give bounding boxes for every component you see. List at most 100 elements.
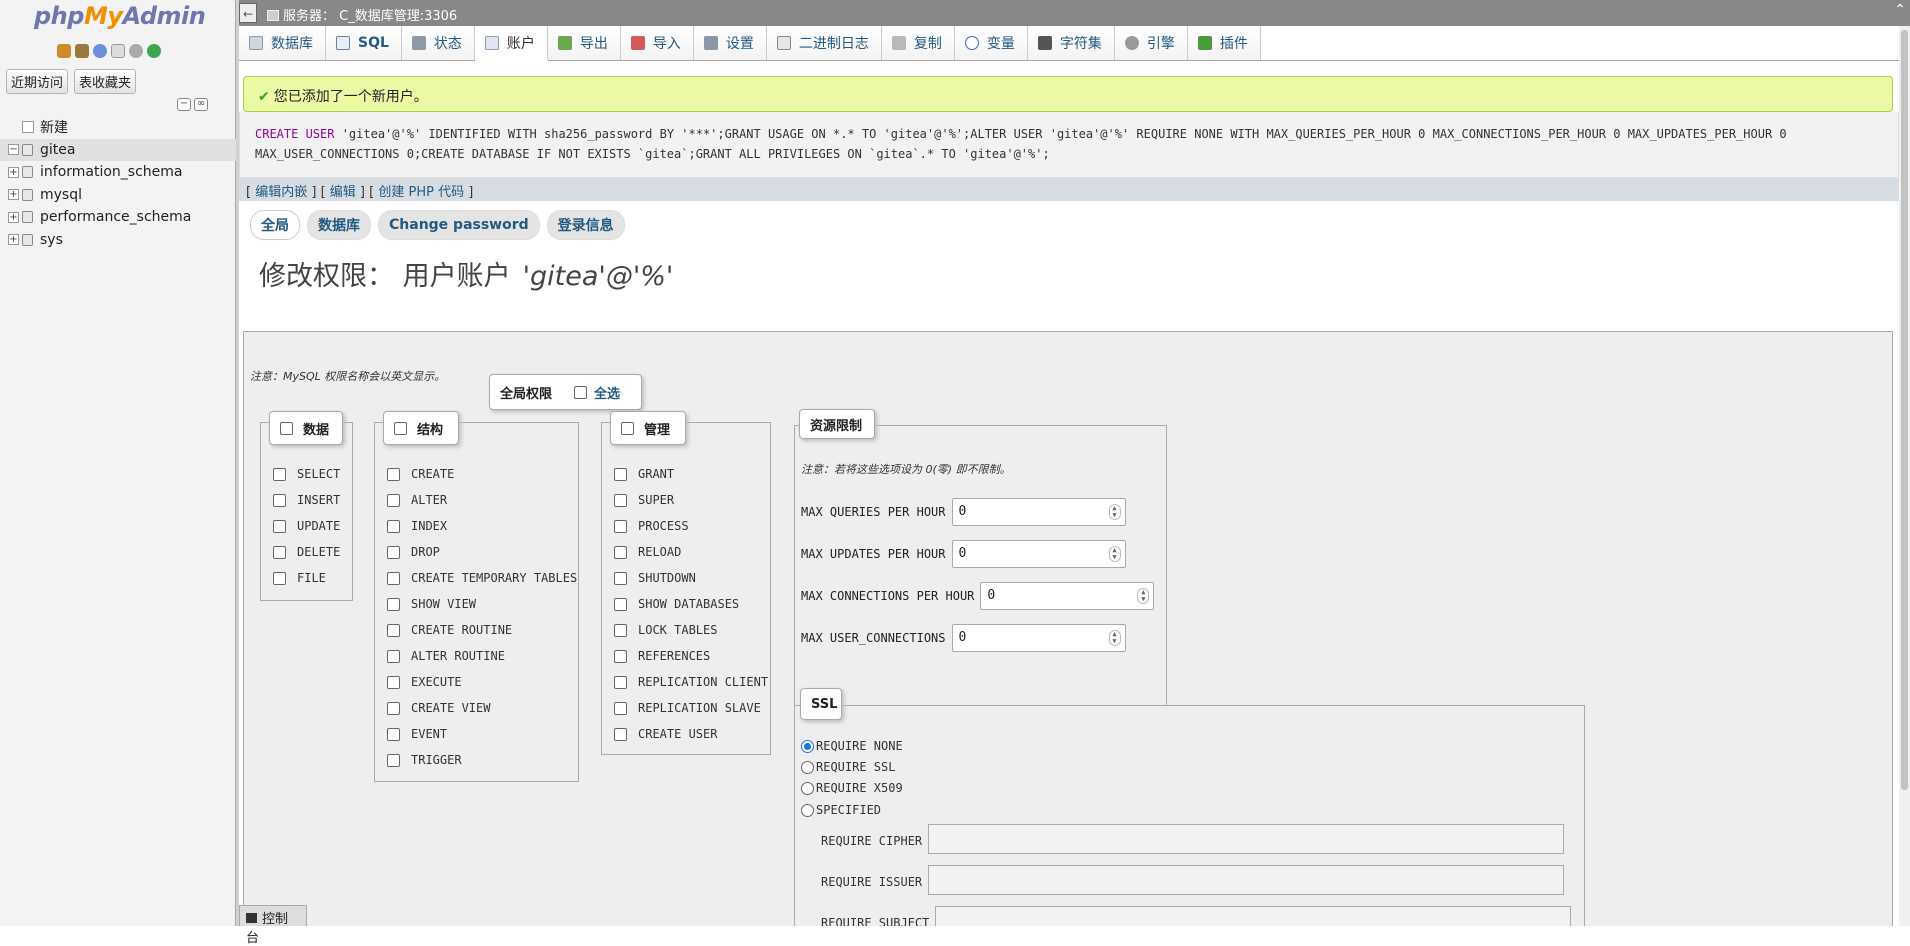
priv-insert[interactable]: INSERT	[273, 487, 340, 513]
spinner-icon[interactable]: ▲ ▼	[1108, 504, 1121, 520]
checkbox[interactable]	[614, 519, 627, 533]
checkbox[interactable]	[387, 571, 400, 585]
scrollbar-thumb[interactable]	[1901, 30, 1908, 790]
subtab-database[interactable]: 数据库	[307, 210, 371, 240]
max-queries-input[interactable]: 0 ▲ ▼	[951, 498, 1126, 526]
expand-icon[interactable]: +	[8, 234, 19, 246]
docs-icon[interactable]	[111, 44, 125, 58]
select-all-label[interactable]: 全选	[594, 383, 620, 402]
tree-item-gitea[interactable]: − gitea	[0, 138, 236, 161]
edit-inline-link[interactable]: 编辑内嵌	[255, 185, 307, 200]
checkbox[interactable]	[614, 493, 627, 507]
priv-file[interactable]: FILE	[273, 565, 340, 591]
home-icon[interactable]	[57, 44, 71, 58]
spinner-icon[interactable]: ▲ ▼	[1108, 546, 1121, 562]
priv-index[interactable]: INDEX	[387, 513, 577, 539]
select-all-checkbox[interactable]	[574, 385, 588, 399]
priv-lock-tables[interactable]: LOCK TABLES	[614, 617, 768, 643]
priv-trigger[interactable]: TRIGGER	[387, 747, 577, 773]
priv-alter[interactable]: ALTER	[387, 487, 577, 513]
spinner-icon[interactable]: ▲ ▼	[1108, 630, 1121, 646]
priv-event[interactable]: EVENT	[387, 721, 577, 747]
tab-variables[interactable]: 变量	[954, 26, 1028, 60]
checkbox[interactable]	[387, 675, 400, 689]
priv-shutdown[interactable]: SHUTDOWN	[614, 565, 768, 591]
require-issuer-input[interactable]	[928, 865, 1564, 895]
require-cipher-input[interactable]	[928, 824, 1564, 854]
link-icon[interactable]: ∞	[194, 98, 208, 111]
reload-icon[interactable]	[147, 44, 161, 58]
tab-export[interactable]: 导出	[547, 26, 621, 60]
priv-process[interactable]: PROCESS	[614, 513, 768, 539]
priv-show-databases[interactable]: SHOW DATABASES	[614, 591, 768, 617]
tree-item-performance-schema[interactable]: + performance_schema	[0, 206, 236, 229]
radio[interactable]	[801, 760, 814, 774]
checkbox[interactable]	[273, 493, 286, 507]
expand-icon[interactable]: +	[8, 166, 19, 178]
checkbox[interactable]	[273, 467, 286, 481]
tab-engines[interactable]: 引擎	[1114, 26, 1188, 60]
checkbox[interactable]	[387, 701, 400, 715]
create-php-link[interactable]: 创建 PHP 代码	[378, 185, 464, 200]
priv-replication-slave[interactable]: REPLICATION SLAVE	[614, 695, 768, 721]
tab-plugins[interactable]: 插件	[1187, 26, 1261, 60]
priv-create-temporary-tables[interactable]: CREATE TEMPORARY TABLES	[387, 565, 577, 591]
tree-item-information-schema[interactable]: + information_schema	[0, 161, 236, 184]
tab-replication[interactable]: 复制	[881, 26, 955, 60]
logout-icon[interactable]	[75, 44, 89, 58]
tab-binlog[interactable]: 二进制日志	[766, 26, 882, 60]
admin-group-checkbox[interactable]	[621, 421, 634, 435]
tab-accounts[interactable]: 账户	[474, 26, 548, 61]
checkbox[interactable]	[614, 701, 627, 715]
ssl-require-ssl[interactable]: REQUIRE SSL	[801, 760, 895, 774]
checkbox[interactable]	[614, 467, 627, 481]
priv-execute[interactable]: EXECUTE	[387, 669, 577, 695]
help-icon[interactable]	[93, 44, 107, 58]
max-updates-input[interactable]: 0 ▲ ▼	[951, 540, 1126, 568]
collapse-all-icon[interactable]: −	[177, 98, 191, 111]
expand-icon[interactable]: +	[8, 211, 19, 223]
checkbox[interactable]	[273, 545, 286, 559]
max-user-connections-input[interactable]: 0 ▲ ▼	[951, 624, 1126, 652]
subtab-global[interactable]: 全局	[250, 210, 300, 240]
console-tab[interactable]: 控制台	[239, 905, 307, 946]
priv-show-view[interactable]: SHOW VIEW	[387, 591, 577, 617]
priv-create-user[interactable]: CREATE USER	[614, 721, 768, 747]
priv-reload[interactable]: RELOAD	[614, 539, 768, 565]
radio-selected[interactable]	[801, 739, 814, 753]
checkbox[interactable]	[614, 649, 627, 663]
priv-create[interactable]: CREATE	[387, 461, 577, 487]
checkbox[interactable]	[614, 675, 627, 689]
checkbox[interactable]	[614, 597, 627, 611]
checkbox[interactable]	[387, 467, 400, 481]
tree-item-mysql[interactable]: + mysql	[0, 184, 236, 207]
priv-replication-client[interactable]: REPLICATION CLIENT	[614, 669, 768, 695]
ssl-specified[interactable]: SPECIFIED	[801, 803, 881, 817]
checkbox[interactable]	[387, 727, 400, 741]
subtab-change-password[interactable]: Change password	[378, 210, 540, 240]
checkbox[interactable]	[387, 493, 400, 507]
checkbox[interactable]	[273, 519, 286, 533]
edit-link[interactable]: 编辑	[330, 185, 356, 200]
priv-drop[interactable]: DROP	[387, 539, 577, 565]
priv-references[interactable]: REFERENCES	[614, 643, 768, 669]
max-connections-input[interactable]: 0 ▲ ▼	[980, 582, 1155, 610]
expand-icon[interactable]: +	[8, 189, 19, 201]
tab-import[interactable]: 导入	[620, 26, 694, 60]
tab-charset[interactable]: 字符集	[1027, 26, 1115, 60]
back-arrow-icon[interactable]: ←	[239, 3, 257, 23]
tab-databases[interactable]: 数据库	[239, 26, 326, 60]
tab-sql[interactable]: SQL	[326, 26, 402, 60]
priv-grant[interactable]: GRANT	[614, 461, 768, 487]
priv-super[interactable]: SUPER	[614, 487, 768, 513]
tree-item-sys[interactable]: + sys	[0, 229, 236, 252]
checkbox[interactable]	[273, 571, 286, 585]
priv-alter-routine[interactable]: ALTER ROUTINE	[387, 643, 577, 669]
checkbox[interactable]	[614, 571, 627, 585]
structure-group-checkbox[interactable]	[394, 421, 407, 435]
subtab-login-info[interactable]: 登录信息	[546, 210, 625, 240]
radio[interactable]	[801, 803, 814, 817]
tab-status[interactable]: 状态	[401, 26, 475, 60]
ssl-require-none[interactable]: REQUIRE NONE	[801, 739, 903, 753]
collapse-icon[interactable]: −	[8, 144, 19, 156]
